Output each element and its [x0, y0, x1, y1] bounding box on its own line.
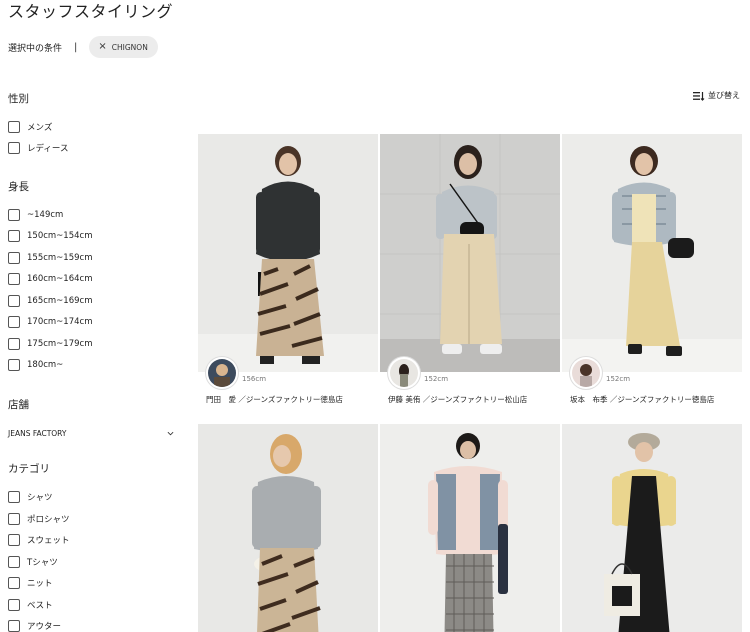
filter-option-height[interactable]: 150cm~154cm: [8, 229, 92, 243]
staff-name-link[interactable]: 坂本 布季 ／ジーンズファクトリー徳島店: [570, 394, 714, 405]
filter-option-height[interactable]: 175cm~179cm: [8, 337, 92, 351]
sort-label: 並び替え: [708, 91, 740, 100]
filter-title-height: 身長: [8, 181, 29, 193]
filter-option-height[interactable]: 170cm~174cm: [8, 315, 92, 329]
selected-conditions-label: 選択中の条件: [8, 43, 63, 54]
selected-conditions: 選択中の条件 | × CHIGNON: [8, 36, 158, 58]
styling-photo[interactable]: [380, 134, 560, 372]
sort-button[interactable]: 並び替え: [693, 90, 740, 101]
filter-option-height[interactable]: 155cm~159cm: [8, 251, 92, 265]
filter-option-height[interactable]: ~149cm: [8, 208, 63, 222]
option-label: 160cm~164cm: [27, 274, 93, 284]
checkbox[interactable]: [8, 295, 20, 307]
styling-photo[interactable]: [562, 424, 742, 632]
checkbox[interactable]: [8, 491, 20, 503]
checkbox[interactable]: [8, 121, 20, 133]
filter-title-gender: 性別: [8, 93, 29, 105]
option-label: 165cm~169cm: [27, 296, 93, 306]
option-label: 150cm~154cm: [27, 231, 93, 241]
store-selected-value: JEANS FACTORY: [8, 428, 67, 438]
checkbox[interactable]: [8, 338, 20, 350]
styling-photo[interactable]: [562, 134, 742, 372]
filter-option-category[interactable]: ニット: [8, 576, 53, 590]
checkbox[interactable]: [8, 230, 20, 242]
chip-label: CHIGNON: [111, 42, 148, 52]
option-label: Tシャツ: [27, 558, 58, 568]
avatar[interactable]: [206, 357, 238, 389]
checkbox[interactable]: [8, 142, 20, 154]
checkbox[interactable]: [8, 209, 20, 221]
filter-option-category[interactable]: ポロシャツ: [8, 512, 70, 526]
option-label: ポロシャツ: [27, 515, 70, 525]
option-label: 170cm~174cm: [27, 317, 93, 327]
checkbox[interactable]: [8, 252, 20, 264]
avatar[interactable]: [570, 357, 602, 389]
separator: |: [74, 41, 78, 53]
styling-photo[interactable]: [198, 424, 378, 632]
option-label: メンズ: [27, 123, 53, 133]
filter-option-category[interactable]: アウター: [8, 619, 61, 632]
filter-option-category[interactable]: スウェット: [8, 533, 70, 547]
option-label: 180cm~: [27, 360, 64, 370]
staff-name-link[interactable]: 門田 愛 ／ジーンズファクトリー徳島店: [206, 394, 343, 405]
avatar[interactable]: [388, 357, 420, 389]
filter-title-store: 店舗: [8, 399, 29, 411]
filter-option-ladies[interactable]: レディース: [8, 141, 68, 155]
option-label: レディース: [27, 144, 69, 154]
condition-chip-chignon[interactable]: × CHIGNON: [89, 36, 158, 58]
checkbox[interactable]: [8, 620, 20, 632]
option-label: アウター: [27, 622, 62, 632]
option-label: 175cm~179cm: [27, 339, 93, 349]
chevron-down-icon: [167, 431, 174, 435]
checkbox[interactable]: [8, 513, 20, 525]
checkbox[interactable]: [8, 273, 20, 285]
option-label: シャツ: [27, 493, 53, 503]
filter-option-height[interactable]: 165cm~169cm: [8, 294, 92, 308]
staff-name-link[interactable]: 伊藤 美侑 ／ジーンズファクトリー松山店: [388, 394, 527, 405]
checkbox[interactable]: [8, 359, 20, 371]
checkbox[interactable]: [8, 577, 20, 589]
filter-option-category[interactable]: Tシャツ: [8, 555, 58, 569]
option-label: ~149cm: [27, 210, 64, 220]
filter-option-height[interactable]: 180cm~: [8, 358, 63, 372]
checkbox[interactable]: [8, 316, 20, 328]
checkbox[interactable]: [8, 556, 20, 568]
sort-icon: [693, 91, 705, 101]
option-label: スウェット: [27, 536, 70, 546]
filter-option-category[interactable]: ベスト: [8, 598, 53, 612]
page-title: スタッフスタイリング: [8, 2, 174, 21]
styling-photo[interactable]: [380, 424, 560, 632]
close-icon[interactable]: ×: [98, 42, 106, 52]
option-label: ニット: [27, 579, 53, 589]
styling-photo[interactable]: [198, 134, 378, 372]
filter-title-category: カテゴリ: [8, 463, 50, 475]
option-label: ベスト: [27, 601, 53, 611]
store-select[interactable]: JEANS FACTORY: [8, 426, 174, 440]
staff-height: 152cm: [424, 375, 449, 383]
filter-option-men[interactable]: メンズ: [8, 120, 52, 134]
checkbox[interactable]: [8, 534, 20, 546]
checkbox[interactable]: [8, 599, 20, 611]
filter-option-height[interactable]: 160cm~164cm: [8, 272, 92, 286]
staff-height: 156cm: [242, 375, 267, 383]
option-label: 155cm~159cm: [27, 253, 93, 263]
filter-option-category[interactable]: シャツ: [8, 490, 53, 504]
staff-height: 152cm: [606, 375, 631, 383]
